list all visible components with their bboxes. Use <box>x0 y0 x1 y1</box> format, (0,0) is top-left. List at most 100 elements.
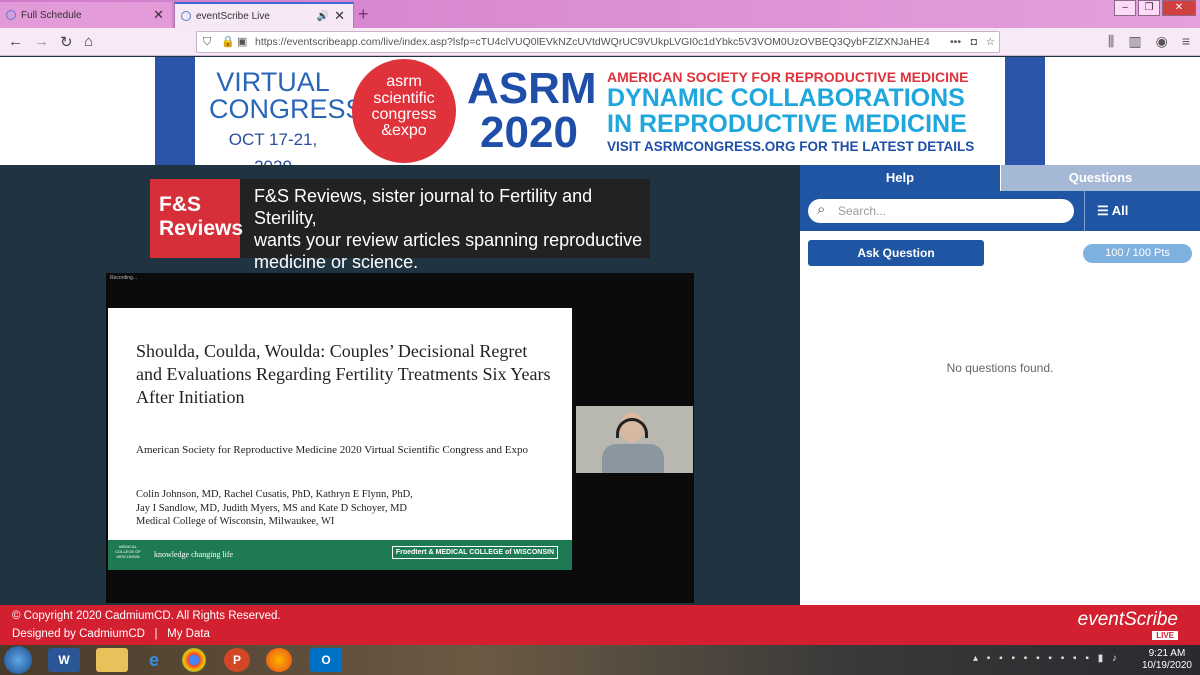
slide-tagline: knowledge changing life <box>154 550 234 559</box>
tray-icons[interactable]: ▴ ▪ ▪ ▪ ▪ ▪ ▪ ▪ ▪ ▪ ▮ ♪ <box>973 653 1120 664</box>
asrm-logo: asrm scientific congress &expo <box>352 59 456 163</box>
internet-explorer-icon[interactable]: e <box>138 648 170 672</box>
reload-icon[interactable]: ↻ <box>60 33 73 51</box>
logo-congress: congress <box>371 106 437 123</box>
ad-logo-line2: Reviews <box>159 217 244 240</box>
outlook-icon[interactable]: O <box>310 648 342 672</box>
banner-society: AMERICAN SOCIETY FOR REPRODUCTIVE MEDICI… <box>607 69 969 85</box>
firefox-icon[interactable] <box>266 648 292 672</box>
sidebar-icon[interactable]: ▥ <box>1128 33 1141 50</box>
ad-text-line1: F&S Reviews, sister journal to Fertility… <box>254 186 593 228</box>
asrm-2020: ASRM 2020 <box>467 67 597 157</box>
forward-arrow-icon[interactable]: → <box>34 33 49 50</box>
tab-questions[interactable]: Questions <box>1001 165 1200 191</box>
shield-icon[interactable]: ⛉ <box>203 32 211 52</box>
filter-dropdown[interactable]: ☰ All <box>1084 191 1200 231</box>
virtual-congress-block: VIRTUAL CONGRESS OCT 17-21, 2020 <box>209 69 364 180</box>
chrome-icon[interactable] <box>182 648 206 672</box>
home-icon[interactable]: ⌂ <box>84 33 93 50</box>
authors-line1: Colin Johnson, MD, Rachel Cusatis, PhD, … <box>136 489 413 500</box>
windows-taskbar: W e P O ▴ ▪ ▪ ▪ ▪ ▪ ▪ ▪ ▪ ▪ ▮ ♪ 9:21 AM … <box>0 645 1200 675</box>
video-player[interactable]: Recording... Shoulda, Coulda, Woulda: Co… <box>106 273 694 603</box>
camera-permission-icon[interactable]: ▣ <box>237 32 247 52</box>
system-tray: ▴ ▪ ▪ ▪ ▪ ▪ ▪ ▪ ▪ ▪ ▮ ♪ <box>973 653 1120 664</box>
clock-time: 9:21 AM <box>1148 648 1186 659</box>
speaker-icon[interactable]: 🔊 <box>317 11 329 22</box>
word-icon[interactable]: W <box>48 648 80 672</box>
library-icon[interactable]: ⫼ <box>1108 33 1114 50</box>
designed-by-link[interactable]: Designed by CadmiumCD <box>12 628 145 640</box>
slide-title: Shoulda, Coulda, Woulda: Couples’ Decisi… <box>136 341 551 407</box>
cd-favicon-icon <box>181 11 191 21</box>
ask-question-button[interactable]: Ask Question <box>808 240 984 266</box>
minimize-icon[interactable]: – <box>1114 0 1136 16</box>
url-bar[interactable]: ⛉ 🔒 ▣ https://eventscribeapp.com/live/in… <box>196 31 1000 53</box>
browser-titlebar: Full Schedule ✕ eventScribe Live 🔊 ✕ + –… <box>0 0 1200 28</box>
copyright-text: © Copyright 2020 CadmiumCD. All Rights R… <box>12 610 281 622</box>
taskbar-clock[interactable]: 9:21 AM 10/19/2020 <box>1142 648 1192 672</box>
search-bar: ⌕ ☰ All <box>800 191 1200 231</box>
browser-navbar: ← → ↻ ⌂ ⛉ 🔒 ▣ https://eventscribeapp.com… <box>0 28 1200 56</box>
fs-reviews-ad[interactable]: F&S Reviews F&S Reviews, sister journal … <box>150 179 650 272</box>
cd-favicon-icon <box>6 10 16 20</box>
ad-text-line3: medicine or science. <box>254 252 419 272</box>
banner-congress: CONGRESS <box>209 94 364 124</box>
start-button[interactable] <box>4 646 32 674</box>
page-footer: © Copyright 2020 CadmiumCD. All Rights R… <box>0 605 1200 645</box>
menu-icon[interactable]: ≡ <box>1182 33 1190 50</box>
lock-icon[interactable]: 🔒 <box>221 32 235 52</box>
tab-eventscribe-live[interactable]: eventScribe Live 🔊 ✕ <box>174 2 354 28</box>
presenter-body <box>602 444 664 473</box>
filter-label: All <box>1111 203 1129 218</box>
tab-full-schedule[interactable]: Full Schedule ✕ <box>0 2 172 28</box>
sidebar-tabs: Help Questions <box>800 165 1200 191</box>
footer-links: Designed by CadmiumCD | My Data <box>12 628 210 640</box>
ad-logo-line1: F&S <box>159 193 201 216</box>
froedtert-logo: Froedtert & MEDICAL COLLEGE of WISCONSIN <box>391 546 558 559</box>
maximize-icon[interactable]: ❐ <box>1138 0 1160 16</box>
recording-indicator: Recording... <box>110 275 137 281</box>
search-input[interactable] <box>838 203 1058 219</box>
page-actions-icon[interactable]: ••• <box>943 32 961 52</box>
slide-subtitle: American Society for Reproductive Medici… <box>136 444 528 456</box>
tab-help[interactable]: Help <box>800 165 1000 191</box>
back-arrow-icon[interactable]: ← <box>8 33 23 50</box>
main-content: F&S Reviews F&S Reviews, sister journal … <box>0 165 800 605</box>
close-window-icon[interactable]: ✕ <box>1162 0 1196 16</box>
asrm-banner[interactable]: VIRTUAL CONGRESS OCT 17-21, 2020 asrm sc… <box>155 57 1045 176</box>
ad-text: F&S Reviews, sister journal to Fertility… <box>254 185 644 273</box>
window-controls: – ❐ ✕ <box>1114 0 1196 16</box>
close-tab-icon[interactable]: ✕ <box>153 7 164 23</box>
live-badge: LIVE <box>1152 631 1178 640</box>
toolbar-right: ⫼ ▥ ◉ ≡ <box>1108 33 1190 50</box>
banner-theme1: DYNAMIC COLLABORATIONS <box>607 84 965 112</box>
footer-separator: | <box>154 628 158 640</box>
tab-label: eventScribe Live <box>196 10 270 22</box>
clock-date: 10/19/2020 <box>1141 660 1192 671</box>
points-badge: 100 / 100 Pts <box>1083 244 1192 263</box>
account-icon[interactable]: ◉ <box>1156 33 1168 50</box>
list-icon: ☰ <box>1097 203 1109 218</box>
powerpoint-icon[interactable]: P <box>224 648 250 672</box>
fs-reviews-logo: F&S Reviews <box>150 179 244 258</box>
presentation-slide: Shoulda, Coulda, Woulda: Couples’ Decisi… <box>108 308 572 570</box>
pocket-icon[interactable]: ◘ <box>971 32 977 52</box>
logo-asrm: asrm <box>386 73 422 90</box>
banner-asrm: ASRM <box>467 64 597 113</box>
mcw-logo: MEDICAL COLLEGE OF WISCONSIN <box>115 544 141 559</box>
authors-line2: Jay I Sandlow, MD, Judith Myers, MS and … <box>136 502 408 514</box>
logo-scientific: scientific <box>373 90 435 107</box>
banner-area: VIRTUAL CONGRESS OCT 17-21, 2020 asrm sc… <box>0 57 1200 176</box>
logo-expo: &expo <box>381 122 427 139</box>
slide-footer: MEDICAL COLLEGE OF WISCONSIN knowledge c… <box>108 540 572 570</box>
new-tab-button[interactable]: + <box>358 4 369 25</box>
banner-tagline: AMERICAN SOCIETY FOR REPRODUCTIVE MEDICI… <box>607 69 987 154</box>
eventscribe-logo: eventScribe <box>1077 609 1178 630</box>
my-data-link[interactable]: My Data <box>167 628 210 640</box>
file-explorer-icon[interactable] <box>96 648 128 672</box>
close-tab-icon[interactable]: ✕ <box>334 8 345 24</box>
bookmark-star-icon[interactable]: ☆ <box>986 32 995 52</box>
search-box[interactable]: ⌕ <box>808 199 1074 223</box>
banner-year: 2020 <box>480 108 578 157</box>
ad-text-line2: wants your review articles spanning repr… <box>254 230 643 250</box>
